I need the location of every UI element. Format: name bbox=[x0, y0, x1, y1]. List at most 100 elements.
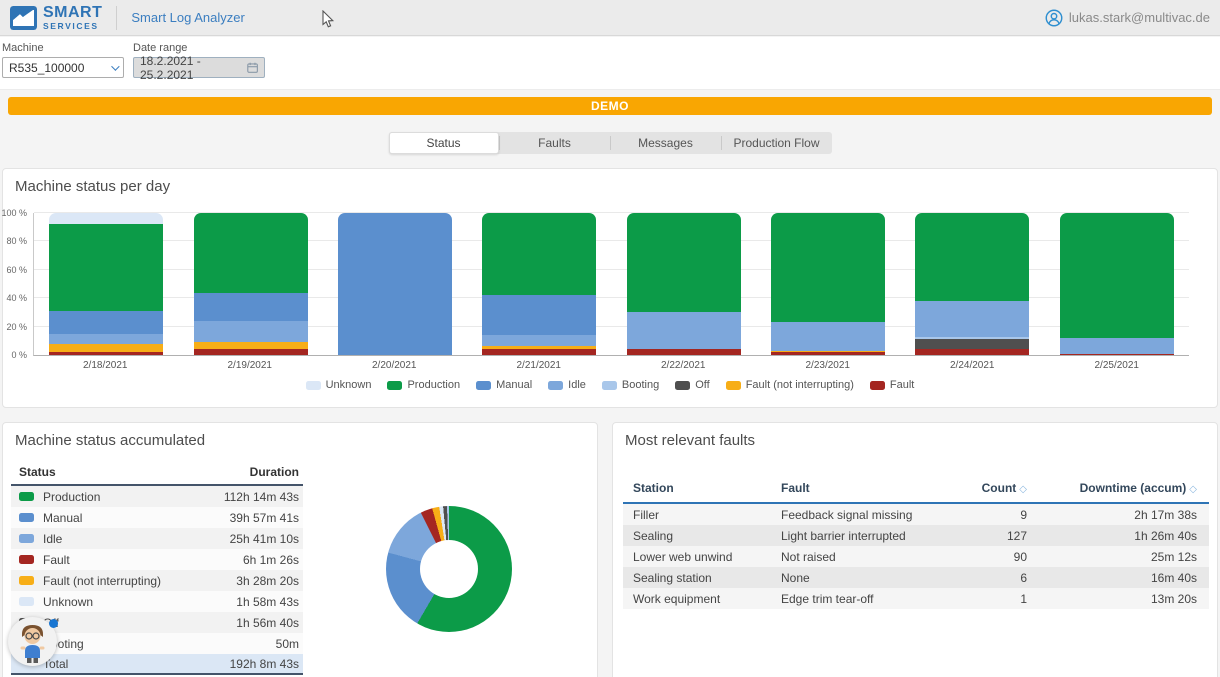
faults-cell-count: 9 bbox=[917, 508, 1027, 522]
unknown-color-chip bbox=[19, 597, 34, 606]
faults-cell-fault: Light barrier interrupted bbox=[781, 529, 917, 543]
segment-idle[interactable] bbox=[1060, 338, 1174, 354]
machine-status-accumulated-card: Machine status accumulated Status Durati… bbox=[2, 422, 598, 677]
bars-area bbox=[34, 213, 1189, 355]
segment-idle[interactable] bbox=[194, 321, 308, 342]
user-menu[interactable]: lukas.stark@multivac.de bbox=[1045, 9, 1210, 27]
segment-fault[interactable] bbox=[1060, 354, 1174, 355]
segment-production[interactable] bbox=[627, 213, 741, 312]
accum-status-label: Fault bbox=[43, 553, 70, 567]
faults-cell-station: Sealing station bbox=[633, 571, 781, 585]
legend-label: Production bbox=[407, 379, 460, 391]
segment-idle[interactable] bbox=[482, 335, 596, 346]
segment-manual[interactable] bbox=[338, 213, 452, 355]
accum-status-label: Manual bbox=[43, 511, 82, 525]
logo-chart-icon bbox=[10, 6, 37, 30]
faults-row-sealing-station[interactable]: Sealing stationNone616m 40s bbox=[623, 567, 1209, 588]
accum-duration-value: 50m bbox=[276, 637, 299, 651]
segment-idle[interactable] bbox=[627, 312, 741, 349]
segment-fault[interactable] bbox=[771, 352, 885, 355]
accum-row-fault-not-interrupting[interactable]: Fault (not interrupting)3h 28m 20s bbox=[11, 570, 303, 591]
accum-col-duration: Duration bbox=[250, 465, 299, 479]
segment-fault-not-interrupting[interactable] bbox=[49, 344, 163, 353]
segment-idle[interactable] bbox=[49, 334, 163, 344]
tab-messages[interactable]: Messages bbox=[611, 132, 721, 154]
tab-production-flow[interactable]: Production Flow bbox=[722, 132, 832, 154]
faults-cell-count: 127 bbox=[917, 529, 1027, 543]
faults-col-downtime-accum[interactable]: Downtime (accum)◇ bbox=[1027, 481, 1197, 495]
segment-unknown[interactable] bbox=[49, 213, 163, 224]
segment-manual[interactable] bbox=[49, 311, 163, 334]
tab-faults[interactable]: Faults bbox=[500, 132, 610, 154]
date-range-input[interactable]: 18.2.2021 - 25.2.2021 bbox=[133, 57, 265, 78]
accum-row-manual[interactable]: Manual 39h 57m 41s bbox=[11, 507, 303, 528]
manual-color-chip bbox=[476, 381, 491, 390]
idle-color-chip bbox=[548, 381, 563, 390]
off-color-chip bbox=[675, 381, 690, 390]
x-axis-label: 2/24/2021 bbox=[900, 360, 1045, 371]
faults-col-count[interactable]: Count◇ bbox=[917, 481, 1027, 495]
segment-production[interactable] bbox=[49, 224, 163, 311]
faults-cell-downtime-accum: 1h 26m 40s bbox=[1027, 529, 1197, 543]
segment-production[interactable] bbox=[915, 213, 1029, 301]
faults-card-title: Most relevant faults bbox=[613, 423, 1217, 449]
legend-item-booting: Booting bbox=[602, 379, 659, 391]
faults-cell-count: 90 bbox=[917, 550, 1027, 564]
most-relevant-faults-card: Most relevant faults StationFaultCount◇D… bbox=[612, 422, 1218, 677]
faults-row-filler[interactable]: FillerFeedback signal missing92h 17m 38s bbox=[623, 504, 1209, 525]
production-color-chip bbox=[387, 381, 402, 390]
bar-2-25-2021 bbox=[1060, 213, 1174, 355]
accum-duration-value: 6h 1m 26s bbox=[243, 553, 299, 567]
segment-off[interactable] bbox=[915, 339, 1029, 349]
smart-services-logo: SMART SERVICES bbox=[10, 5, 102, 31]
faults-cell-station: Lower web unwind bbox=[633, 550, 781, 564]
segment-fault[interactable] bbox=[482, 349, 596, 355]
accum-row-idle[interactable]: Idle25h 41m 10s bbox=[11, 528, 303, 549]
sort-icon[interactable]: ◇ bbox=[1189, 484, 1197, 495]
segment-manual[interactable] bbox=[194, 293, 308, 321]
faults-row-sealing[interactable]: SealingLight barrier interrupted1271h 26… bbox=[623, 525, 1209, 546]
machine-select[interactable]: R535_100000 bbox=[2, 57, 124, 78]
date-range-label: Date range bbox=[133, 42, 265, 54]
segment-fault[interactable] bbox=[49, 352, 163, 355]
chevron-down-icon bbox=[111, 62, 119, 70]
segment-production[interactable] bbox=[771, 213, 885, 322]
accum-total-value: 192h 8m 43s bbox=[230, 657, 299, 671]
x-axis-label: 2/22/2021 bbox=[611, 360, 756, 371]
bar-slot bbox=[900, 213, 1044, 355]
segment-idle[interactable] bbox=[771, 322, 885, 350]
unknown-color-chip bbox=[306, 381, 321, 390]
accum-row-unknown[interactable]: Unknown1h 58m 43s bbox=[11, 591, 303, 612]
accum-row-production[interactable]: Production112h 14m 43s bbox=[11, 486, 303, 507]
assistant-bot-button[interactable] bbox=[8, 617, 57, 666]
segment-production[interactable] bbox=[482, 213, 596, 295]
faults-row-lower-web-unwind[interactable]: Lower web unwindNot raised9025m 12s bbox=[623, 546, 1209, 567]
bar-2-22-2021 bbox=[627, 213, 741, 355]
segment-manual[interactable] bbox=[482, 295, 596, 335]
bar-slot bbox=[467, 213, 611, 355]
legend-item-manual: Manual bbox=[476, 379, 532, 391]
sort-icon[interactable]: ◇ bbox=[1019, 484, 1027, 495]
faults-cell-station: Work equipment bbox=[633, 592, 781, 606]
x-axis-label: 2/20/2021 bbox=[322, 360, 467, 371]
mouse-cursor bbox=[322, 10, 335, 29]
filter-bar: Machine R535_100000 Date range 18.2.2021… bbox=[0, 37, 1220, 90]
legend-label: Fault (not interrupting) bbox=[746, 379, 854, 391]
top-bar: SMART SERVICES Smart Log Analyzer lukas.… bbox=[0, 0, 1220, 36]
segment-fault-not-interrupting[interactable] bbox=[194, 342, 308, 349]
accum-row-fault[interactable]: Fault 6h 1m 26s bbox=[11, 549, 303, 570]
segment-fault[interactable] bbox=[627, 349, 741, 355]
segment-idle[interactable] bbox=[915, 301, 1029, 337]
accum-status-label: Production bbox=[43, 490, 100, 504]
faults-cell-downtime-accum: 13m 20s bbox=[1027, 592, 1197, 606]
tab-status[interactable]: Status bbox=[389, 132, 499, 154]
accum-duration-value: 39h 57m 41s bbox=[230, 511, 299, 525]
segment-fault[interactable] bbox=[194, 349, 308, 355]
manual-color-chip bbox=[19, 513, 34, 522]
segment-fault[interactable] bbox=[915, 349, 1029, 355]
segment-production[interactable] bbox=[1060, 213, 1174, 338]
accum-status-label: Idle bbox=[43, 532, 62, 546]
faults-row-work-equipment[interactable]: Work equipmentEdge trim tear-off113m 20s bbox=[623, 588, 1209, 609]
segment-production[interactable] bbox=[194, 213, 308, 293]
bar-slot bbox=[756, 213, 900, 355]
